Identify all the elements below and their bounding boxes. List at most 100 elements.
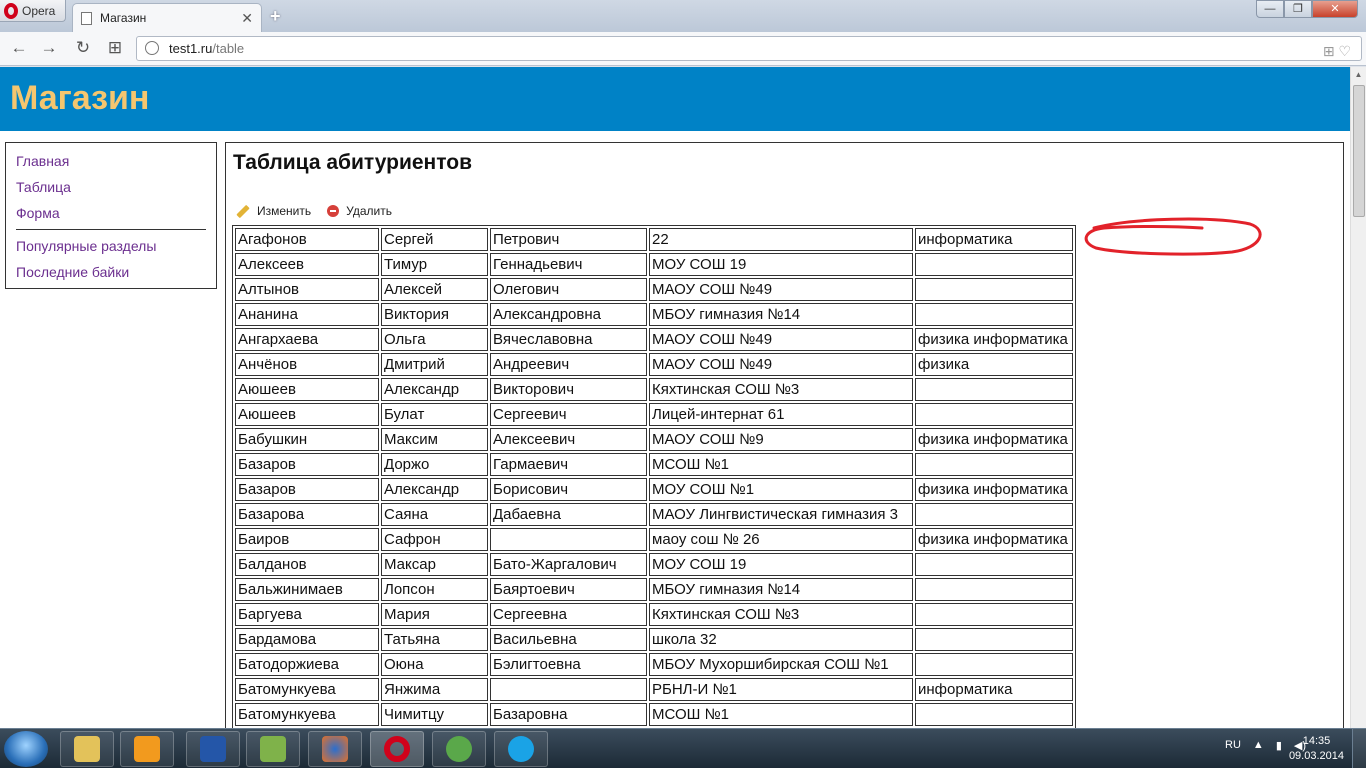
table-actions: Изменить Удалить bbox=[236, 204, 392, 218]
school-cell: МСОШ №1 bbox=[649, 453, 913, 476]
table-row[interactable]: Агафонов Сергей Петрович 22 информатика bbox=[235, 228, 1073, 251]
name-cell: Саяна bbox=[381, 503, 488, 526]
patronymic-cell: Борисович bbox=[490, 478, 647, 501]
table-row[interactable]: Бальжинимаев Лопсон Баяртоевич МБОУ гимнази… bbox=[235, 578, 1073, 601]
surname-cell: Ананина bbox=[235, 303, 379, 326]
taskbar-save[interactable] bbox=[186, 731, 240, 767]
school-cell: МАОУ Лингвистическая гимназия 3 bbox=[649, 503, 913, 526]
patronymic-cell: Андреевич bbox=[490, 353, 647, 376]
clock-date: 09.03.2014 bbox=[1288, 750, 1344, 762]
language-indicator[interactable]: RU bbox=[1225, 739, 1241, 752]
name-cell: Сафрон bbox=[381, 528, 488, 551]
sidebar-item-latest[interactable]: Последние байки bbox=[16, 262, 206, 288]
table-row[interactable]: Балданов Максар Бато-Жаргалович МОУ СОШ 19 bbox=[235, 553, 1073, 576]
explorer-icon bbox=[74, 736, 100, 762]
scroll-thumb[interactable] bbox=[1353, 85, 1365, 217]
tab-close-icon[interactable]: ✕ bbox=[241, 10, 253, 27]
clock[interactable]: 14:35 09.03.2014 bbox=[1289, 734, 1344, 764]
sidebar-item-form[interactable]: Форма bbox=[16, 203, 206, 229]
patronymic-cell: Алексеевич bbox=[490, 428, 647, 451]
browser-tab[interactable]: Магазин ✕ bbox=[72, 3, 262, 32]
start-button[interactable] bbox=[4, 731, 48, 767]
surname-cell: Бардамова bbox=[235, 628, 379, 651]
scroll-up-icon[interactable]: ▲ bbox=[1351, 67, 1366, 83]
surname-cell: Базаров bbox=[235, 453, 379, 476]
table-row[interactable]: Аюшеев Александр Викторович Кяхтинская СОШ … bbox=[235, 378, 1073, 401]
sidebar-item-popular[interactable]: Популярные разделы bbox=[16, 236, 206, 262]
table-row[interactable]: Ананина Виктория Александровна МБОУ гимнази… bbox=[235, 303, 1073, 326]
table-row[interactable]: Баргуева Мария Сергеевна Кяхтинская СОШ №3 bbox=[235, 603, 1073, 626]
tab-title: Магазин bbox=[100, 11, 147, 25]
tray-arrow-icon[interactable]: ▲ bbox=[1253, 739, 1264, 752]
taskbar-notes[interactable] bbox=[246, 731, 300, 767]
page-scrollbar[interactable]: ▲ bbox=[1350, 67, 1366, 728]
patronymic-cell: Сергеевич bbox=[490, 403, 647, 426]
sidebar: Главная Таблица Форма Популярные разделы… bbox=[5, 142, 217, 289]
new-tab-button[interactable]: + bbox=[270, 6, 281, 27]
close-window-button[interactable]: ✕ bbox=[1312, 0, 1358, 18]
forward-button[interactable]: → bbox=[38, 38, 60, 58]
table-row[interactable]: Батомункуева Чимитцу Базаровна МСОШ №1 bbox=[235, 703, 1073, 726]
sidebar-item-table[interactable]: Таблица bbox=[16, 177, 206, 203]
subjects-cell bbox=[915, 278, 1073, 301]
name-cell: Мария bbox=[381, 603, 488, 626]
school-cell: МСОШ №1 bbox=[649, 703, 913, 726]
table-row[interactable]: Базарова Саяна Дабаевна МАОУ Лингвистическа… bbox=[235, 503, 1073, 526]
subjects-cell bbox=[915, 703, 1073, 726]
back-button[interactable]: ← bbox=[8, 38, 30, 58]
bookmark-heart-icon[interactable]: ⊞ ♡ bbox=[1323, 40, 1351, 63]
surname-cell: Аюшеев bbox=[235, 378, 379, 401]
taskbar-firefox[interactable] bbox=[308, 731, 362, 767]
maximize-button[interactable]: ❐ bbox=[1284, 0, 1312, 18]
speed-dial-icon[interactable]: ⊞ bbox=[104, 38, 126, 58]
name-cell: Сергей bbox=[381, 228, 488, 251]
surname-cell: Алексеев bbox=[235, 253, 379, 276]
patronymic-cell: Александровна bbox=[490, 303, 647, 326]
page-icon bbox=[81, 11, 92, 25]
surname-cell: Бабушкин bbox=[235, 428, 379, 451]
table-row[interactable]: Баиров Сафрон маоу сош № 26 физика информат… bbox=[235, 528, 1073, 551]
table-row[interactable]: Ангархаева Ольга Вячеславовна МАОУ СОШ №49 ф… bbox=[235, 328, 1073, 351]
table-row[interactable]: Аюшеев Булат Сергеевич Лицей-интернат 61 bbox=[235, 403, 1073, 426]
table-row[interactable]: Алексеев Тимур Геннадьевич МОУ СОШ 19 bbox=[235, 253, 1073, 276]
address-bar[interactable]: test1.ru/table ⊞ ♡ bbox=[136, 36, 1362, 61]
show-desktop-button[interactable] bbox=[1352, 729, 1366, 768]
edit-button[interactable]: Изменить bbox=[236, 204, 311, 218]
table-row[interactable]: Бабушкин Максим Алексеевич МАОУ СОШ №9 физик… bbox=[235, 428, 1073, 451]
sidebar-item-home[interactable]: Главная bbox=[16, 151, 206, 177]
subjects-cell bbox=[915, 403, 1073, 426]
surname-cell: Базаров bbox=[235, 478, 379, 501]
table-row[interactable]: Батодоржиева Оюна Бэлигтоевна МБОУ Мухоршиб… bbox=[235, 653, 1073, 676]
name-cell: Александр bbox=[381, 378, 488, 401]
taskbar-skype[interactable] bbox=[494, 731, 548, 767]
table-row[interactable]: Базаров Александр Борисович МОУ СОШ №1 физик… bbox=[235, 478, 1073, 501]
minimize-button[interactable]: — bbox=[1256, 0, 1284, 18]
delete-icon bbox=[327, 205, 340, 217]
table-row[interactable]: Анчёнов Дмитрий Андреевич МАОУ СОШ №49 физик… bbox=[235, 353, 1073, 376]
taskbar-explorer[interactable] bbox=[60, 731, 114, 767]
patronymic-cell: Бэлигтоевна bbox=[490, 653, 647, 676]
site-info-icon[interactable] bbox=[145, 41, 159, 55]
page-title: Таблица абитуриентов bbox=[233, 151, 472, 174]
table-row[interactable]: Базаров Доржо Гармаевич МСОШ №1 bbox=[235, 453, 1073, 476]
taskbar-utorrent[interactable] bbox=[432, 731, 486, 767]
taskbar-media-player[interactable] bbox=[120, 731, 174, 767]
delete-button[interactable]: Удалить bbox=[327, 204, 392, 218]
patronymic-cell: Сергеевна bbox=[490, 603, 647, 626]
name-cell: Максим bbox=[381, 428, 488, 451]
sidebar-divider bbox=[16, 229, 206, 230]
skype-icon bbox=[508, 736, 534, 762]
table-row[interactable]: Бардамова Татьяна Васильевна школа 32 bbox=[235, 628, 1073, 651]
school-cell: МБОУ гимназия №14 bbox=[649, 578, 913, 601]
windows-taskbar: RU ▲ ▮ ◀) 14:35 09.03.2014 bbox=[0, 728, 1366, 768]
surname-cell: Бальжинимаев bbox=[235, 578, 379, 601]
table-row[interactable]: Алтынов Алексей Олегович МАОУ СОШ №49 bbox=[235, 278, 1073, 301]
reload-button[interactable]: ↻ bbox=[72, 38, 94, 58]
table-row[interactable]: Батомункуева Янжима РБНЛ-И №1 информатика bbox=[235, 678, 1073, 701]
patronymic-cell: Викторович bbox=[490, 378, 647, 401]
subjects-cell bbox=[915, 253, 1073, 276]
taskbar-opera[interactable] bbox=[370, 731, 424, 767]
network-icon[interactable]: ▮ bbox=[1276, 739, 1282, 752]
school-cell: Лицей-интернат 61 bbox=[649, 403, 913, 426]
opera-menu-button[interactable]: Opera bbox=[0, 0, 66, 22]
